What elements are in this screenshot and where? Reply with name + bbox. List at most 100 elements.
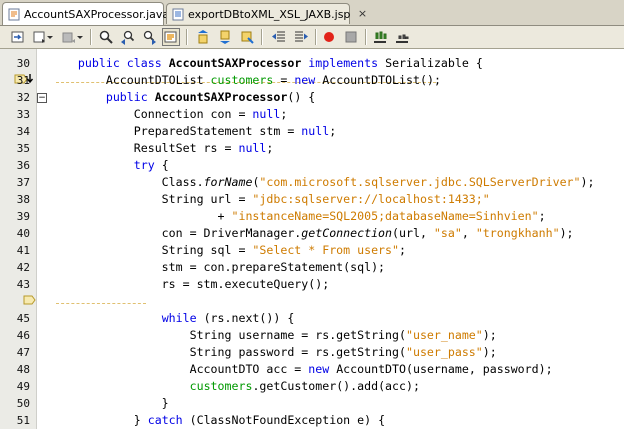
code-token: "trongkhanh" <box>475 226 560 240</box>
code-token: String url = <box>50 192 253 206</box>
tab-export-db-to-xml[interactable]: exportDBtoXML_XSL_JAXB.jsp × <box>166 3 367 24</box>
code-line: Class.forName("com.microsoft.sqlserver.j… <box>50 174 624 191</box>
code-token: (ClassNotFoundException e) { <box>182 413 386 427</box>
forward-icon[interactable] <box>59 28 77 46</box>
comment-icon[interactable] <box>371 28 389 46</box>
line-number: 32 <box>16 91 30 104</box>
editor-tab-bar: AccountSAXProcessor.java × exportDBtoXML… <box>0 0 624 26</box>
line-number: 34 <box>16 125 30 138</box>
code-line: con = DriverManager.getConnection(url, "… <box>50 225 624 242</box>
code-line: } <box>50 395 624 412</box>
code-token: String password = rs.getString( <box>50 345 406 359</box>
code-token: new <box>294 73 316 87</box>
fold-column: − <box>37 49 49 429</box>
code-token: ResultSet rs = <box>50 141 239 155</box>
code-token: "jdbc:sqlserver://localhost:1433;" <box>252 192 490 206</box>
code-token: AccountDTOList <box>50 73 211 87</box>
jsp-file-icon <box>172 8 184 20</box>
code-line: stm = con.prepareStatement(sql); <box>50 259 624 276</box>
find-selection-icon[interactable] <box>97 28 115 46</box>
find-previous-icon[interactable] <box>119 28 137 46</box>
code-token: } <box>50 413 148 427</box>
code-token: String username = rs.getString( <box>50 328 406 342</box>
line-number: 48 <box>16 363 30 376</box>
shift-right-icon[interactable] <box>292 28 310 46</box>
code-token: AccountDTO acc = <box>50 362 309 376</box>
code-token: con = DriverManager. <box>50 226 302 240</box>
code-line: Connection con = null; <box>50 106 624 123</box>
code-line: while (rs.next()) { <box>50 310 624 327</box>
shift-left-icon[interactable] <box>270 28 288 46</box>
last-edit-icon[interactable] <box>9 28 27 46</box>
line-number: 38 <box>16 193 30 206</box>
code-line: String sql = "Select * From users"; <box>50 242 624 259</box>
code-token: stm = con.prepareStatement(sql); <box>50 260 386 274</box>
line-number: 37 <box>16 176 30 189</box>
line-number: 50 <box>16 397 30 410</box>
code-line: String url = "jdbc:sqlserver://localhost… <box>50 191 624 208</box>
code-line: + "instanceName=SQL2005;databaseName=Sin… <box>50 208 624 225</box>
next-bookmark-icon[interactable] <box>216 28 234 46</box>
code-token: AccountDTOList(); <box>315 73 441 87</box>
code-line: } catch (ClassNotFoundException e) { <box>50 412 624 429</box>
code-token: implements <box>308 56 379 70</box>
java-file-icon <box>8 8 20 20</box>
line-number: 39 <box>16 210 30 223</box>
code-line: public class AccountSAXProcessor impleme… <box>50 55 624 72</box>
code-token: null <box>252 107 281 121</box>
code-token: null <box>301 124 330 138</box>
chevron-down-icon[interactable] <box>76 28 84 46</box>
code-token: AccountSAXProcessor <box>168 56 302 70</box>
code-token: = <box>273 73 295 87</box>
code-token: String sql = <box>50 243 253 257</box>
tab-label: AccountSAXProcessor.java <box>24 7 170 21</box>
line-number: 49 <box>16 380 30 393</box>
code-token: null <box>238 141 267 155</box>
code-token: forName <box>203 175 253 189</box>
code-token: rs = stm.executeQuery(); <box>50 277 330 291</box>
tab-account-sax-processor[interactable]: AccountSAXProcessor.java × <box>2 2 186 25</box>
code-token: ; <box>538 209 546 223</box>
code-lines: public class AccountSAXProcessor impleme… <box>50 49 624 429</box>
chevron-down-icon[interactable] <box>46 28 54 46</box>
toggle-bookmark-icon[interactable] <box>238 28 256 46</box>
code-token: "user_name" <box>405 328 483 342</box>
code-token: "com.microsoft.sqlserver.jdbc.SQLServerD… <box>259 175 581 189</box>
start-macro-icon[interactable] <box>320 28 338 46</box>
code-editor[interactable]: public class AccountSAXProcessor impleme… <box>50 49 624 429</box>
code-token: ); <box>580 175 595 189</box>
find-next-icon[interactable] <box>140 28 158 46</box>
uncomment-icon[interactable] <box>393 28 411 46</box>
line-number: 46 <box>16 329 30 342</box>
stop-macro-icon[interactable] <box>342 28 360 46</box>
line-number: 41 <box>16 244 30 257</box>
code-token: new <box>308 362 330 376</box>
code-token: "user_pass" <box>405 345 483 359</box>
close-icon[interactable]: × <box>356 8 368 20</box>
code-line: AccountDTOList customers = new AccountDT… <box>50 72 624 89</box>
code-token: () { <box>287 90 316 104</box>
line-number: 43 <box>16 278 30 291</box>
code-token: ); <box>482 328 497 342</box>
code-token: ; <box>399 243 406 257</box>
code-token: Serializable { <box>378 56 483 70</box>
code-token: "instanceName=SQL2005;databaseName=Sinhv… <box>231 209 539 223</box>
code-line: try { <box>50 157 624 174</box>
code-token: , <box>461 226 476 240</box>
code-token: AccountDTO(username, password); <box>329 362 553 376</box>
line-number: 47 <box>16 346 30 359</box>
code-token: ; <box>329 124 337 138</box>
code-token: (url, <box>392 226 434 240</box>
code-line: customers.getCustomer().add(acc); <box>50 378 624 395</box>
previous-bookmark-icon[interactable] <box>194 28 212 46</box>
code-token: class <box>126 56 162 70</box>
line-number: 35 <box>16 142 30 155</box>
toggle-highlight-icon[interactable] <box>162 28 180 46</box>
line-number: 36 <box>16 159 30 172</box>
code-token: Class. <box>50 175 204 189</box>
fold-toggle-icon[interactable]: − <box>37 93 47 103</box>
